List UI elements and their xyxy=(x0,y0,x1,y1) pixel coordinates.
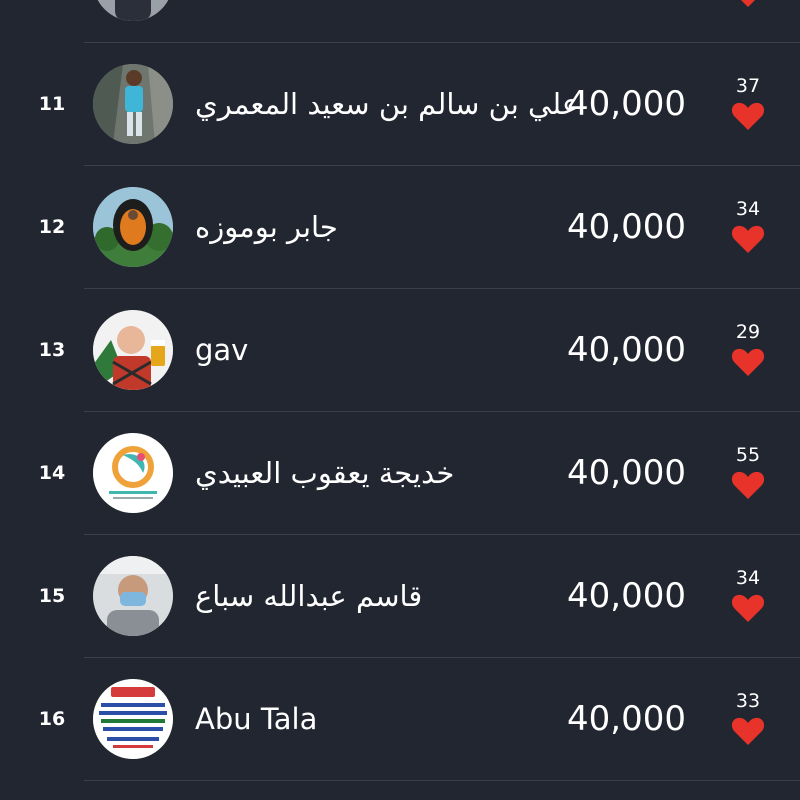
leaderboard-row[interactable]: 15 قاسم عبدالله سباع 40,000 34 xyxy=(0,535,800,658)
player-name: جابر بوموزه xyxy=(195,210,338,244)
avatar[interactable] xyxy=(93,556,173,636)
rank-number: 13 xyxy=(38,339,66,361)
player-name: خديجة يعقوب العبيدي xyxy=(195,456,455,490)
heart-icon[interactable] xyxy=(731,101,765,131)
leaderboard-row[interactable]: 11 علي بن سالم بن سعيد المعمري 40,000 37 xyxy=(0,43,800,166)
score-value: 40,000 xyxy=(567,84,686,124)
avatar[interactable] xyxy=(93,433,173,513)
like-count: 29 xyxy=(735,321,761,343)
heart-icon[interactable] xyxy=(731,0,765,8)
avatar[interactable] xyxy=(93,187,173,267)
heart-icon[interactable] xyxy=(731,470,765,500)
leaderboard-row[interactable]: 13 gav 40,000 29 xyxy=(0,289,800,412)
rank-number: 12 xyxy=(38,216,66,238)
like-count: 55 xyxy=(735,444,761,466)
score-value: 40,000 xyxy=(567,576,686,616)
player-name: علي بن سالم بن سعيد المعمري xyxy=(195,87,580,121)
rank-number: 14 xyxy=(38,462,66,484)
heart-icon[interactable] xyxy=(731,347,765,377)
rank-number: 11 xyxy=(38,93,66,115)
heart-icon[interactable] xyxy=(731,224,765,254)
rank-number: 16 xyxy=(38,708,66,730)
avatar[interactable] xyxy=(93,310,173,390)
like-count: 34 xyxy=(735,198,761,220)
heart-icon[interactable] xyxy=(731,593,765,623)
rank-number: 15 xyxy=(38,585,66,607)
player-name: Abu Tala xyxy=(195,702,318,736)
score-value: 40,000 xyxy=(567,330,686,370)
leaderboard-row[interactable] xyxy=(0,0,800,43)
leaderboard-row[interactable]: 14 خديجة يعقوب العبيدي 40,000 55 xyxy=(0,412,800,535)
avatar[interactable] xyxy=(93,0,173,21)
score-value: 40,000 xyxy=(567,453,686,493)
like-count: 34 xyxy=(735,567,761,589)
avatar[interactable] xyxy=(93,679,173,759)
leaderboard-row[interactable]: 12 جابر بوموزه 40,000 34 xyxy=(0,166,800,289)
player-name: gav xyxy=(195,333,249,367)
player-name: قاسم عبدالله سباع xyxy=(195,579,423,613)
score-value: 40,000 xyxy=(567,207,686,247)
avatar[interactable] xyxy=(93,64,173,144)
row-divider xyxy=(84,780,800,781)
score-value: 40,000 xyxy=(567,699,686,739)
heart-icon[interactable] xyxy=(731,716,765,746)
leaderboard-row[interactable]: 16 Abu Tala 40,000 33 xyxy=(0,658,800,781)
leaderboard-list: 11 علي بن سالم بن سعيد المعمري 40,000 37… xyxy=(0,0,800,800)
like-count: 33 xyxy=(735,690,761,712)
like-count: 37 xyxy=(735,75,761,97)
